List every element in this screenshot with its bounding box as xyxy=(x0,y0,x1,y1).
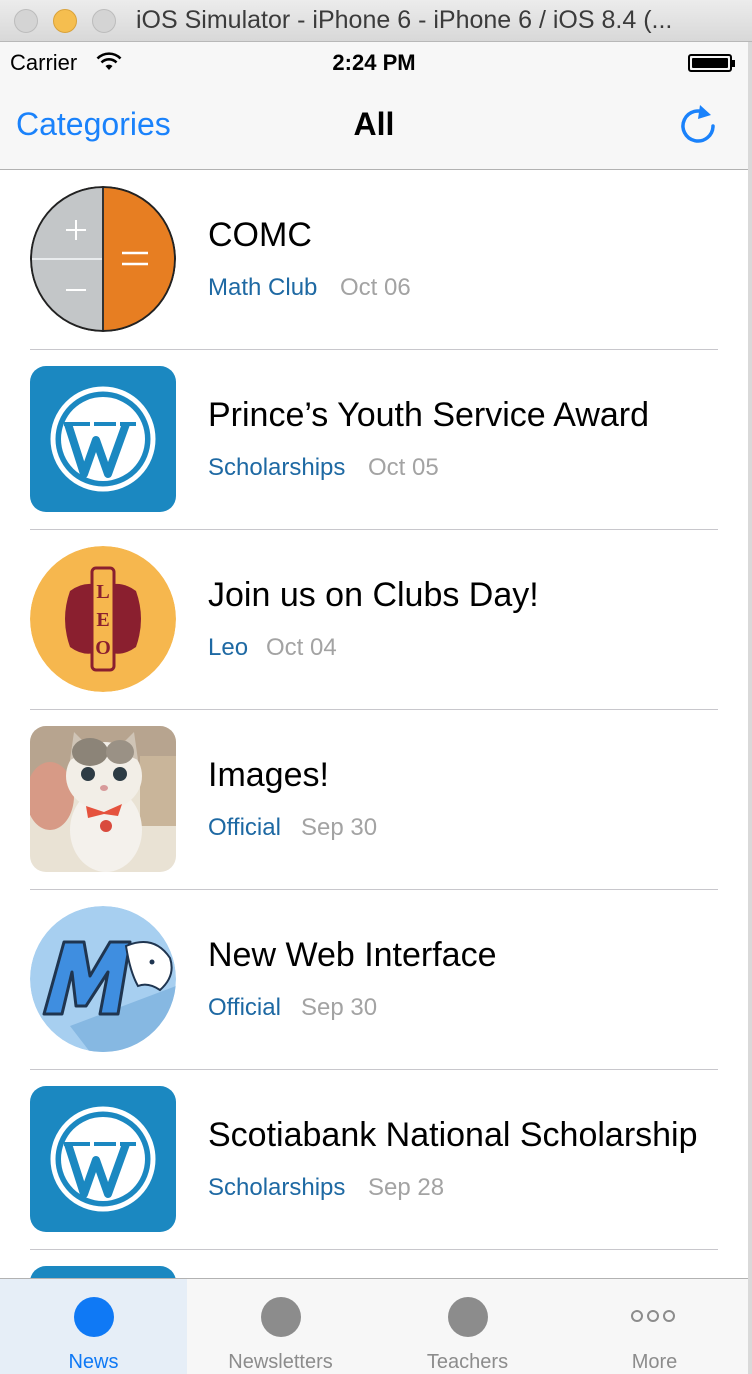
refresh-icon[interactable] xyxy=(676,102,720,146)
status-time: 2:24 PM xyxy=(332,50,416,75)
item-date: Oct 05 xyxy=(368,454,439,481)
tab-label: Teachers xyxy=(426,1351,509,1373)
item-date: Sep 30 xyxy=(301,814,378,841)
news-list: COMC Math Club Oct 06 Prince’s Youth Ser… xyxy=(0,170,748,1278)
news-tab-icon xyxy=(73,1297,114,1337)
partial-list-item-thumbnail xyxy=(30,1266,176,1278)
item-title: Images! xyxy=(208,756,329,794)
item-title: Scotiabank National Scholarship xyxy=(208,1116,698,1154)
page-title: All xyxy=(353,106,395,142)
window-close-button[interactable] xyxy=(14,9,38,33)
item-category: Official xyxy=(208,814,281,841)
item-title: COMC xyxy=(208,216,312,254)
window-zoom-button[interactable] xyxy=(92,9,116,33)
simulator-title-bar: iOS Simulator - iPhone 6 - iPhone 6 / iO… xyxy=(0,0,752,42)
list-item[interactable]: Images! Official Sep 30 xyxy=(0,710,748,890)
item-title: Join us on Clubs Day! xyxy=(208,576,539,614)
teachers-tab-icon xyxy=(447,1297,488,1337)
battery-icon xyxy=(688,54,735,72)
list-item[interactable]: COMC Math Club Oct 06 xyxy=(0,170,748,350)
tab-more[interactable]: More xyxy=(561,1279,748,1374)
item-category: Scholarships xyxy=(208,454,346,481)
tab-label: More xyxy=(631,1351,678,1373)
row-divider xyxy=(30,1249,718,1250)
list-item[interactable]: New Web Interface Official Sep 30 xyxy=(0,890,748,1070)
tab-news[interactable]: News xyxy=(0,1279,187,1374)
item-date: Sep 28 xyxy=(368,1174,445,1201)
item-date: Oct 04 xyxy=(266,634,337,661)
window-title: iOS Simulator - iPhone 6 - iPhone 6 / iO… xyxy=(136,6,673,34)
tab-label: News xyxy=(68,1351,119,1373)
more-dots-icon xyxy=(630,1309,679,1323)
list-item[interactable]: Scotiabank National Scholarship Scholars… xyxy=(0,1070,748,1250)
window-minimize-button[interactable] xyxy=(53,9,77,33)
newsletters-tab-icon xyxy=(260,1297,301,1337)
item-category: Math Club xyxy=(208,274,318,301)
navigation-bar: Categories All xyxy=(0,82,748,170)
math-club-logo xyxy=(30,186,176,332)
wordpress-logo xyxy=(30,1086,176,1232)
tab-newsletters[interactable]: Newsletters xyxy=(187,1279,374,1374)
svg-text:O: O xyxy=(95,637,111,659)
item-category: Leo xyxy=(208,634,249,661)
school-m-logo xyxy=(30,906,176,1052)
item-category: Scholarships xyxy=(208,1174,346,1201)
svg-text:E: E xyxy=(96,609,109,631)
item-category: Official xyxy=(208,994,281,1021)
status-bar: Carrier 2:24 PM xyxy=(0,42,748,82)
item-title: Prince’s Youth Service Award xyxy=(208,396,650,434)
window-edge xyxy=(748,42,752,1374)
item-title: New Web Interface xyxy=(208,936,497,974)
item-date: Oct 06 xyxy=(340,274,411,301)
phone-screen: Carrier 2:24 PM Categories All COMC Math… xyxy=(0,42,748,1374)
list-item[interactable]: Prince’s Youth Service Award Scholarship… xyxy=(0,350,748,530)
svg-text:L: L xyxy=(96,581,109,603)
kitten-photo xyxy=(30,726,176,872)
wordpress-logo xyxy=(30,366,176,512)
leo-club-logo: L E O xyxy=(30,546,176,692)
tab-teachers[interactable]: Teachers xyxy=(374,1279,561,1374)
list-item[interactable]: L E O Join us on Clubs Day! Leo Oct 04 xyxy=(0,530,748,710)
tab-bar: News Newsletters Teachers More xyxy=(0,1278,748,1374)
item-date: Sep 30 xyxy=(301,994,378,1021)
tab-label: Newsletters xyxy=(228,1351,333,1373)
